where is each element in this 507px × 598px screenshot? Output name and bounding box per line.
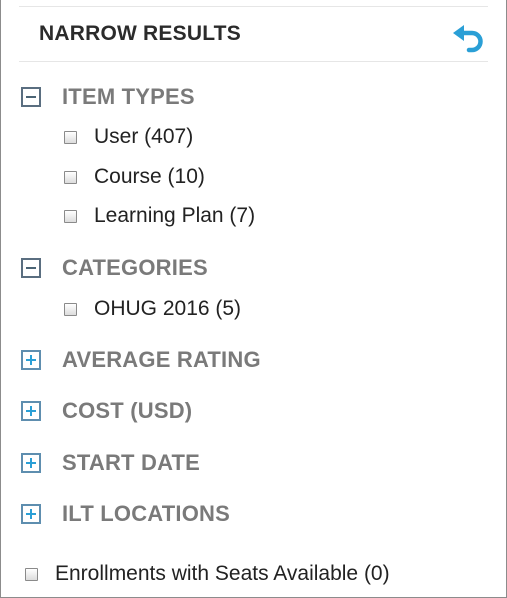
- section-cost-usd[interactable]: COST (USD): [21, 398, 192, 424]
- option-label: Course (10): [94, 165, 205, 188]
- section-categories[interactable]: CATEGORIES: [21, 255, 208, 281]
- section-title: AVERAGE RATING: [62, 347, 261, 372]
- filter-option-ohug-2016[interactable]: OHUG 2016 (5): [64, 296, 241, 322]
- reset-filters-button[interactable]: [450, 21, 486, 57]
- undo-arrow-icon: [453, 25, 483, 53]
- checkbox[interactable]: [64, 130, 77, 144]
- filter-option-user[interactable]: User (407): [64, 124, 193, 150]
- section-title: COST (USD): [62, 398, 193, 423]
- expand-plus-icon[interactable]: [21, 401, 41, 421]
- filter-option-learning-plan[interactable]: Learning Plan (7): [64, 203, 255, 229]
- option-label: Enrollments with Seats Available (0): [55, 562, 390, 585]
- section-title: ILT LOCATIONS: [62, 501, 230, 526]
- checkbox[interactable]: [64, 302, 77, 316]
- section-title: ITEM TYPES: [62, 84, 195, 109]
- checkbox[interactable]: [64, 170, 77, 184]
- section-title: CATEGORIES: [62, 255, 208, 280]
- checkbox[interactable]: [25, 567, 38, 581]
- section-title: START DATE: [62, 450, 201, 475]
- section-average-rating[interactable]: AVERAGE RATING: [21, 347, 261, 373]
- collapse-minus-icon[interactable]: [21, 87, 41, 107]
- option-label: User (407): [94, 125, 194, 148]
- panel-title: NARROW RESULTS: [39, 22, 241, 45]
- section-start-date[interactable]: START DATE: [21, 450, 200, 476]
- option-label: OHUG 2016 (5): [94, 297, 242, 320]
- filter-option-course[interactable]: Course (10): [64, 164, 205, 190]
- expand-plus-icon[interactable]: [21, 504, 41, 524]
- expand-plus-icon[interactable]: [21, 453, 41, 473]
- section-ilt-locations[interactable]: ILT LOCATIONS: [21, 501, 230, 527]
- panel-header: NARROW RESULTS: [19, 7, 488, 62]
- collapse-minus-icon[interactable]: [21, 258, 41, 278]
- option-label: Learning Plan (7): [94, 204, 256, 227]
- section-item-types[interactable]: ITEM TYPES: [21, 84, 195, 110]
- filter-option-seats-available[interactable]: Enrollments with Seats Available (0): [25, 561, 390, 587]
- expand-plus-icon[interactable]: [21, 350, 41, 370]
- checkbox[interactable]: [64, 209, 77, 223]
- narrow-results-panel: NARROW RESULTS ITEM TYPES User (407) Cou…: [0, 0, 507, 598]
